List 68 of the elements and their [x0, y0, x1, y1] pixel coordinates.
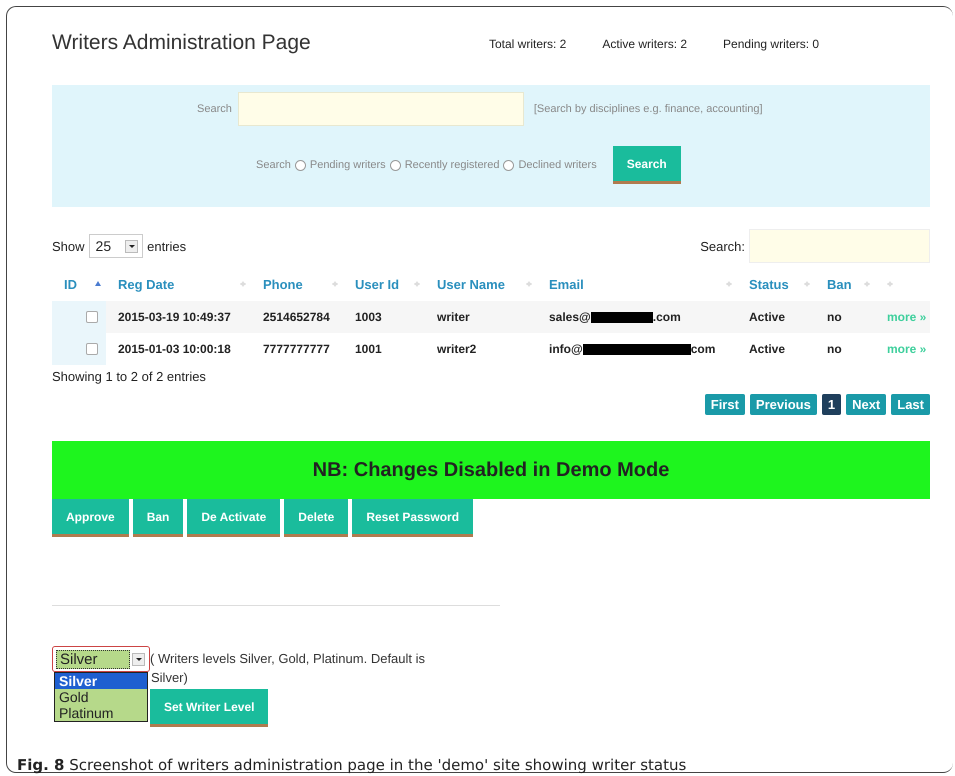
pagination-button[interactable]: Next [846, 394, 886, 415]
table-cell: 7777777777 [263, 342, 330, 356]
table-cell: 1001 [355, 342, 382, 356]
demo-notice-banner: NB: Changes Disabled in Demo Mode [52, 441, 930, 499]
search-field[interactable] [238, 92, 524, 126]
pagination-button[interactable]: First [704, 394, 745, 415]
pagination-button[interactable]: 1 [822, 394, 842, 415]
more-link[interactable]: more » [887, 342, 926, 356]
caret-icon [132, 652, 145, 666]
table-cell: 2514652784 [263, 310, 330, 324]
search-hint: [Search by disciplines e.g. finance, accounting] [534, 103, 763, 115]
column-header[interactable]: Phone [263, 276, 303, 292]
search-button[interactable]: Search [612, 146, 681, 184]
filter-label: Search [256, 159, 291, 171]
table-cell: Active [749, 342, 786, 356]
level-note: ( Writers levels Silver, Gold, Platinum. Default is [150, 650, 426, 668]
entries-label: entries [147, 238, 186, 254]
row-checkbox[interactable] [86, 311, 98, 323]
page-size-select[interactable]: 25 [88, 234, 144, 258]
email-end: com [690, 342, 716, 356]
column-header[interactable]: User Name [437, 276, 505, 292]
dropdown-option[interactable]: Gold [55, 689, 147, 705]
writer-count: Total writers: 2 [489, 37, 566, 51]
column-header[interactable]: Reg Date [118, 276, 174, 292]
column-header[interactable]: Status [749, 276, 789, 292]
action-button[interactable]: Ban [132, 499, 184, 537]
writer-level-select[interactable]: Silver [52, 646, 150, 672]
action-button[interactable]: Reset Password [352, 499, 474, 537]
table-cell: 2015-03-19 10:49:37 [118, 310, 231, 324]
action-button[interactable]: Approve [52, 499, 129, 537]
level-note: Silver) [151, 669, 189, 687]
table-cell: 1003 [355, 310, 382, 324]
pagination-button[interactable]: Previous [750, 394, 817, 415]
show-label: Show [52, 238, 85, 254]
table-cell: writer2 [437, 342, 476, 356]
pagination-button[interactable]: Last [891, 394, 930, 415]
action-button[interactable]: Delete [284, 499, 348, 537]
email-end: .com [652, 310, 681, 324]
page-title: Writers Administration Page [52, 31, 312, 55]
radio-label: Recently registered [404, 159, 500, 171]
table-cell: no [827, 342, 842, 356]
radio-button[interactable] [294, 160, 306, 170]
table-search-label: Search: [700, 238, 745, 254]
radio-label: Pending writers [310, 159, 386, 171]
table-cell: Active [749, 310, 786, 324]
column-header[interactable]: User Id [355, 276, 400, 292]
set-level-button[interactable]: Set Writer Level [150, 689, 268, 727]
caret-icon [125, 240, 138, 252]
radio-label: Declined writers [518, 159, 597, 171]
radio-button[interactable] [503, 160, 514, 170]
email-start: info@ [549, 342, 583, 356]
column-header[interactable]: Email [549, 276, 584, 292]
dropdown-option[interactable]: Silver [55, 673, 147, 689]
figure-caption: Fig. 8 Screenshot of writers administration page in the 'demo' site showing writer status [17, 756, 686, 774]
writer-count: Pending writers: 0 [723, 37, 820, 51]
table-cell: writer [437, 310, 470, 324]
column-header[interactable]: Ban [827, 276, 852, 292]
action-button[interactable]: De Activate [187, 499, 280, 537]
email-start: sales@ [549, 310, 591, 324]
writer-count: Active writers: 2 [602, 37, 688, 51]
table-info: Showing 1 to 2 of 2 entries [52, 369, 207, 384]
row-checkbox[interactable] [86, 343, 98, 355]
table-cell: 2015-01-03 10:00:18 [118, 342, 231, 356]
radio-button[interactable] [390, 160, 401, 170]
table-cell: no [827, 310, 842, 324]
column-header[interactable]: ID [64, 276, 77, 292]
search-label: Search [197, 103, 232, 115]
dropdown-option[interactable]: Platinum [55, 705, 147, 721]
